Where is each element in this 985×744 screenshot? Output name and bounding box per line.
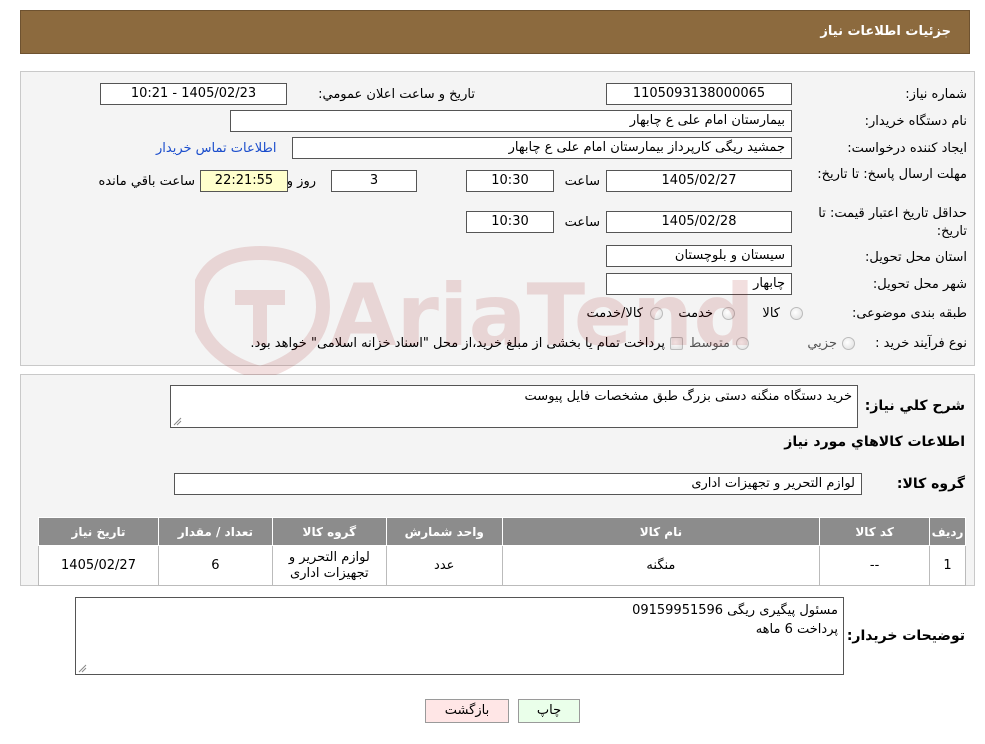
announce-datetime-label: تاریخ و ساعت اعلان عمومي: xyxy=(318,87,475,102)
remaining-time-field: 22:21:55 xyxy=(200,170,288,192)
cell-quantity: 6 xyxy=(158,545,273,586)
resize-grip-icon[interactable] xyxy=(78,664,87,673)
col-header-code: کد کالا xyxy=(819,517,931,546)
city-field: چابهار xyxy=(606,273,792,295)
city-label: شهر محل تحويل: xyxy=(872,277,967,292)
need-description-field: خرید دستگاه منگنه دستی بزرگ طبق مشخصات ف… xyxy=(170,385,858,428)
col-header-group: گروه کالا xyxy=(271,517,387,546)
buyer-notes-line-1: مسئول پیگیری ریگی 09159951596 xyxy=(632,603,838,618)
cell-code: -- xyxy=(819,545,931,586)
requester-field: جمشید ریگی کارپرداز بیمارستان امام علی ع… xyxy=(292,137,792,159)
items-table: رديف کد کالا نام کالا واحد شمارش گروه کا… xyxy=(38,517,966,586)
resize-grip-icon[interactable] xyxy=(173,417,182,426)
buyer-notes-field: مسئول پیگیری ریگی 09159951596 پرداخت 6 م… xyxy=(75,597,844,675)
category-option-goods-service: کالا/خدمت xyxy=(586,306,643,321)
cell-name: منگنه xyxy=(501,545,821,586)
print-button[interactable]: چاپ xyxy=(518,699,580,723)
cell-group: لوازم التحرير و تجهيزات اداری xyxy=(271,545,387,586)
deadline-date-field: 1405/02/27 xyxy=(606,170,792,192)
category-radio-goods-service[interactable] xyxy=(650,307,663,320)
goods-info-title: اطلاعات کالاهاي مورد نياز xyxy=(784,434,965,450)
requester-label: ايجاد کننده درخواست: xyxy=(847,141,967,156)
deadline-time-field: 10:30 xyxy=(466,170,554,192)
buyer-org-field: بيمارستان امام علی ع چابهار xyxy=(230,110,792,132)
goods-group-field: لوازم التحرير و تجهيزات اداری xyxy=(174,473,862,495)
validity-time-field: 10:30 xyxy=(466,211,554,233)
goods-group-label: گروه کالا: xyxy=(896,476,965,492)
deadline-label: مهلت ارسال پاسخ: تا تاريخ: xyxy=(817,167,967,182)
cell-unit: عدد xyxy=(385,545,503,586)
category-radio-service[interactable] xyxy=(722,307,735,320)
need-description-text: خرید دستگاه منگنه دستی بزرگ طبق مشخصات ف… xyxy=(524,389,852,404)
cell-row-number: 1 xyxy=(929,545,966,586)
need-description-label: شرح کلي نياز: xyxy=(864,398,965,414)
process-label: نوع فرآيند خريد : xyxy=(875,336,967,351)
col-header-name: نام کالا xyxy=(501,517,821,546)
process-note: پرداخت تمام يا بخشی از مبلغ خريد،از محل … xyxy=(250,336,665,351)
process-option-medium: متوسط xyxy=(689,336,730,351)
page-title: جزئیات اطلاعات نیاز xyxy=(820,24,951,39)
process-option-minor: جزيي xyxy=(807,336,837,351)
remaining-time-label: ساعت باقي مانده xyxy=(98,174,195,189)
validity-time-label: ساعت xyxy=(564,215,600,230)
category-label: طبقه بندی موضوعی: xyxy=(851,306,967,321)
buyer-notes-line-2: پرداخت 6 ماهه xyxy=(755,622,838,637)
days-field: 3 xyxy=(331,170,417,192)
page-header: جزئیات اطلاعات نیاز xyxy=(20,10,970,54)
process-treasury-checkbox[interactable] xyxy=(670,337,683,350)
deadline-time-label: ساعت xyxy=(564,174,600,189)
col-header-row-number: رديف xyxy=(929,517,966,546)
process-radio-minor[interactable] xyxy=(842,337,855,350)
category-option-service: خدمت xyxy=(678,306,713,321)
province-label: استان محل تحويل: xyxy=(865,250,967,265)
buyer-contact-link[interactable]: اطلاعات تماس خريدار xyxy=(156,141,276,156)
buyer-notes-label: توضيحات خريدار: xyxy=(846,628,965,644)
process-radio-medium[interactable] xyxy=(736,337,749,350)
category-option-goods: کالا xyxy=(762,306,780,321)
col-header-need-date: تاريخ نياز xyxy=(38,517,159,546)
announce-datetime-field: 1405/02/23 - 10:21 xyxy=(100,83,287,105)
need-number-field: 1105093138000065 xyxy=(606,83,792,105)
cell-need-date: 1405/02/27 xyxy=(38,545,159,586)
table-header-row: رديف کد کالا نام کالا واحد شمارش گروه کا… xyxy=(38,517,966,546)
validity-label: حداقل تاريخ اعتبار قيمت: تا تاريخ: xyxy=(818,206,967,239)
buyer-org-label: نام دستگاه خريدار: xyxy=(864,114,967,129)
days-label: روز و xyxy=(286,174,316,189)
back-button[interactable]: بازگشت xyxy=(425,699,509,723)
category-radio-goods[interactable] xyxy=(790,307,803,320)
need-number-label: شماره نیاز: xyxy=(905,87,967,102)
col-header-unit: واحد شمارش xyxy=(385,517,503,546)
validity-date-field: 1405/02/28 xyxy=(606,211,792,233)
province-field: سيستان و بلوچستان xyxy=(606,245,792,267)
table-row: 1 -- منگنه عدد لوازم التحرير و تجهيزات ا… xyxy=(38,545,966,586)
col-header-quantity: تعداد / مقدار xyxy=(158,517,273,546)
